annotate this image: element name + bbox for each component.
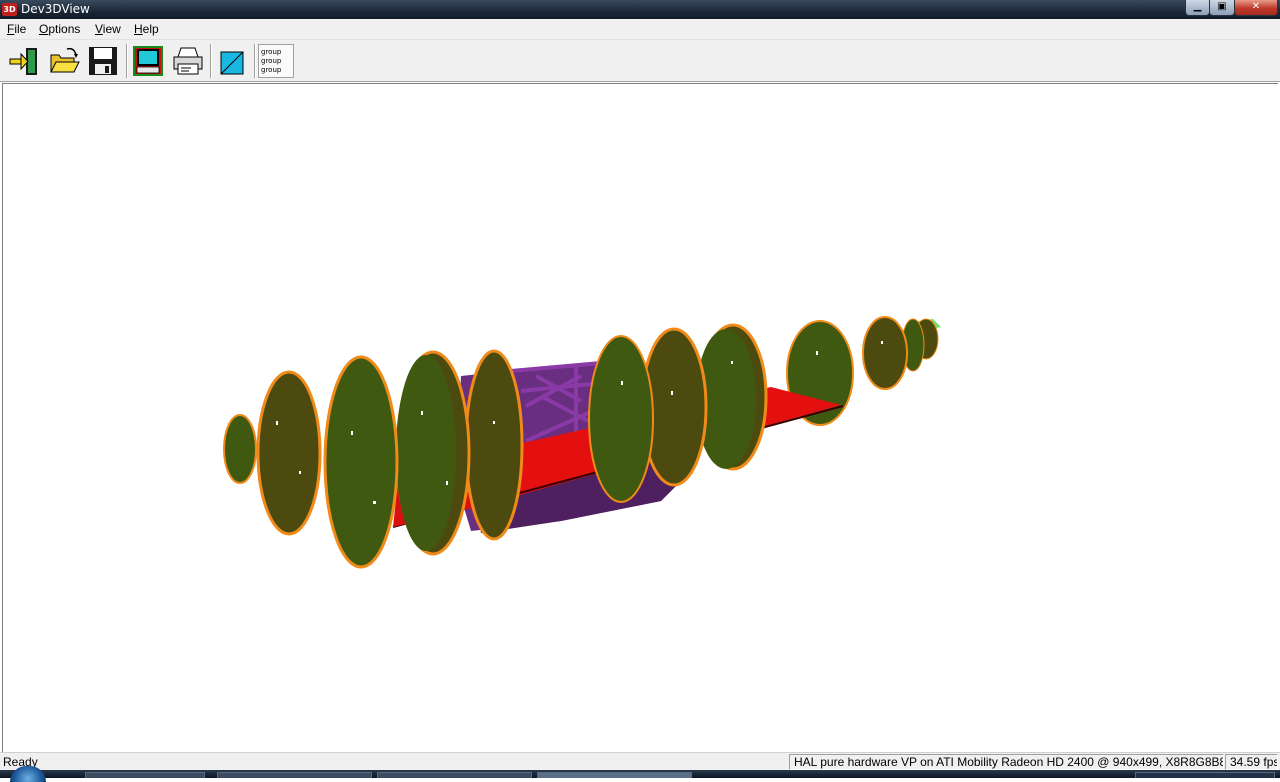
- exit-button[interactable]: [6, 43, 42, 79]
- groups-button[interactable]: group group group: [258, 43, 294, 79]
- app-icon: 3D: [2, 3, 17, 16]
- menu-help[interactable]: Help: [134, 22, 159, 36]
- groups-icon: group group group: [261, 48, 281, 75]
- minimize-button[interactable]: ▁: [1185, 0, 1210, 16]
- taskbar-button[interactable]: [537, 772, 692, 778]
- bulkhead: [223, 414, 257, 484]
- print-icon: [173, 47, 203, 75]
- group-label: group: [261, 57, 282, 65]
- menu-file[interactable]: File: [7, 22, 26, 36]
- bulkhead: [396, 355, 456, 551]
- maximize-button[interactable]: ▣: [1209, 0, 1235, 16]
- background-color-button[interactable]: [214, 43, 250, 79]
- group-label: group: [261, 48, 282, 56]
- device-info-pane: HAL pure hardware VP on ATI Mobility Rad…: [789, 754, 1224, 770]
- fps-pane: 34.59 fps: [1225, 754, 1278, 770]
- save-button[interactable]: [85, 43, 121, 79]
- window-title: Dev3DView: [21, 2, 90, 16]
- display-button[interactable]: [130, 43, 166, 79]
- group-label: group: [261, 66, 282, 74]
- print-button[interactable]: [169, 43, 205, 79]
- status-bar: Ready HAL pure hardware VP on ATI Mobili…: [0, 752, 1280, 770]
- toolbar-separator: [254, 44, 256, 78]
- open-button[interactable]: [46, 43, 82, 79]
- menu-options[interactable]: Options: [39, 22, 80, 36]
- exit-icon: [9, 48, 37, 75]
- system-tray[interactable]: [1135, 772, 1275, 778]
- toolbar-separator: [210, 44, 212, 78]
- save-icon: [89, 47, 117, 75]
- application-window: 3D Dev3DView ▁ ▣ ✕ File Options View Hel…: [0, 0, 1280, 782]
- bulkhead: [256, 370, 322, 536]
- taskbar-button[interactable]: [85, 772, 205, 778]
- taskbar-button[interactable]: [217, 772, 372, 778]
- 3d-viewport[interactable]: [2, 83, 1278, 752]
- title-bar[interactable]: 3D Dev3DView ▁ ▣ ✕: [0, 0, 1280, 19]
- display-icon: [133, 46, 163, 76]
- menu-view[interactable]: View: [95, 22, 121, 36]
- model-render: [223, 316, 941, 569]
- menu-bar: File Options View Help: [0, 19, 1280, 40]
- toolbar-separator: [126, 44, 128, 78]
- open-folder-icon: [50, 47, 80, 73]
- bulkhead: [588, 335, 654, 503]
- taskbar-button[interactable]: [377, 772, 532, 778]
- background-color-icon: [220, 51, 244, 75]
- close-button[interactable]: ✕: [1234, 0, 1278, 16]
- bulkhead: [464, 349, 524, 541]
- bulkhead: [862, 316, 908, 390]
- bulkhead: [323, 355, 399, 569]
- toolbar: group group group: [0, 40, 1280, 82]
